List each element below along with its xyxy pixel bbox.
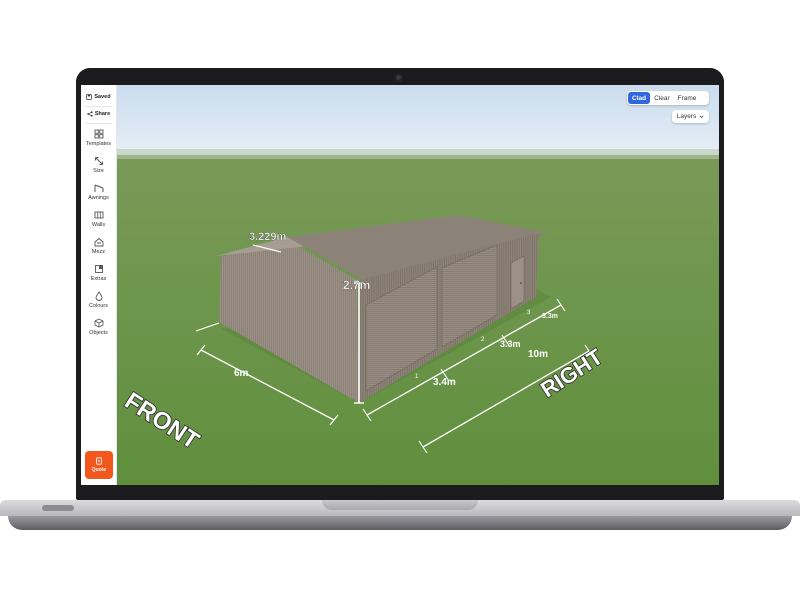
height-label: 2.7m (343, 278, 370, 292)
layers-dropdown[interactable]: Layers (672, 110, 709, 123)
mezzanine-icon (94, 237, 103, 247)
laptop-lid: 3.229m 2.7m 6m 3.4m 3.3m 3.3m 10m 1 2 3 … (76, 68, 724, 500)
laptop-base-bottom (8, 516, 792, 530)
save-icon (86, 94, 93, 100)
webcam (394, 73, 403, 82)
speaker-grille (42, 505, 74, 511)
bay3-label: 3.3m (542, 313, 558, 320)
bay2-label: 3.3m (500, 339, 521, 349)
view-frame-button[interactable]: Frame (674, 92, 701, 104)
share-button[interactable]: Share (83, 108, 114, 120)
cube-icon (94, 318, 103, 328)
length-label: 10m (528, 349, 548, 360)
resize-arrow-icon (94, 157, 103, 165)
document-icon (96, 457, 102, 465)
share-icon (87, 111, 93, 117)
width-label: 6m (234, 368, 249, 379)
sidebar-divider (85, 106, 112, 107)
sidebar-item-objects[interactable]: Objects (83, 318, 114, 336)
view-clear-button[interactable]: Clear (650, 92, 674, 104)
extras-icon (94, 265, 103, 273)
door-handle (520, 282, 522, 284)
sidebar-item-templates[interactable]: Templates (83, 129, 114, 147)
sidebar-item-colours[interactable]: Colours (83, 291, 114, 309)
walls-icon (94, 211, 103, 219)
bay1-label: 3.4m (433, 377, 456, 388)
laptop-base (0, 500, 800, 532)
laptop-base-top (0, 500, 800, 516)
horizon-haze (81, 149, 719, 159)
tool-sidebar: Saved Share Templates Size Awnings Walls… (81, 85, 117, 485)
span-label: 3.229m (249, 231, 287, 243)
saved-button[interactable]: Saved (83, 91, 114, 103)
grid-icon (94, 129, 103, 139)
view-clad-button[interactable]: Clad (628, 92, 651, 104)
shed-3d-viewport[interactable]: 3.229m 2.7m 6m 3.4m 3.3m 3.3m 10m 1 2 3 … (81, 85, 719, 485)
sidebar-item-mezz[interactable]: Mezz (83, 237, 114, 255)
app-screen: 3.229m 2.7m 6m 3.4m 3.3m 3.3m 10m 1 2 3 … (81, 85, 719, 485)
sidebar-divider (85, 123, 112, 124)
chevron-down-icon (699, 115, 704, 118)
sidebar-item-size[interactable]: Size (83, 156, 114, 174)
sky (81, 85, 719, 157)
sidebar-item-walls[interactable]: Walls (83, 210, 114, 228)
access-door[interactable] (510, 255, 525, 310)
sidebar-item-extras[interactable]: Extras (83, 264, 114, 282)
lid-notch (322, 500, 478, 510)
awning-icon (94, 184, 103, 192)
drop-icon (95, 291, 102, 301)
view-mode-toggle: Clad Clear Frame (627, 91, 709, 105)
quote-button[interactable]: Quote (85, 451, 113, 479)
sidebar-item-awnings[interactable]: Awnings (83, 183, 114, 201)
